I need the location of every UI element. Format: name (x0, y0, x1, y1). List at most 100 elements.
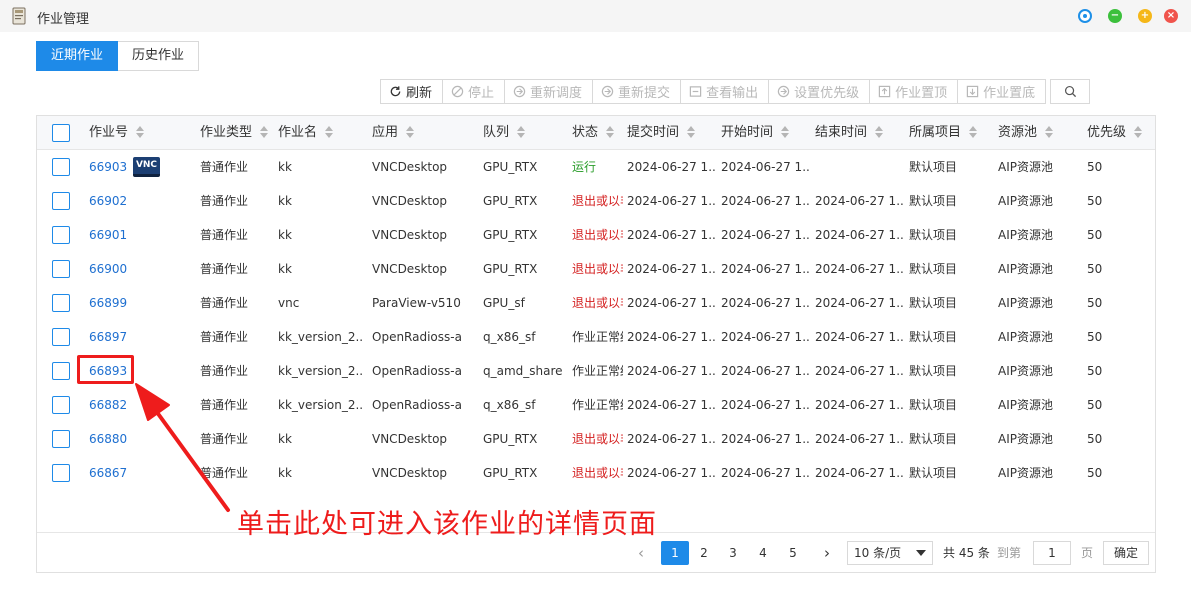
cell-priority: 50 (1087, 466, 1103, 480)
table-row[interactable]: 66867 普通作业 kk VNCDesktop GPU_RTX 退出或以非 2024-06… (37, 456, 1155, 490)
maximize-button[interactable]: + (1138, 9, 1152, 23)
cell-status: 退出或以非 (572, 262, 623, 276)
job-id-link[interactable]: 66902 (89, 184, 133, 218)
stop-button[interactable]: 停止 (443, 79, 506, 104)
table-row[interactable]: 66882 普通作业 kk_version_2... OpenRadioss-a q_x… (37, 388, 1155, 422)
header-start-time[interactable]: 开始时间 (721, 116, 790, 150)
row-checkbox[interactable] (52, 464, 70, 482)
job-id-link[interactable]: 66880 (89, 422, 133, 456)
priority-icon (777, 85, 790, 98)
reschedule-icon (513, 85, 526, 98)
page-size-select[interactable]: 10 条/页 (847, 541, 933, 565)
cell-queue: GPU_RTX (483, 432, 538, 446)
page-5-button[interactable]: 5 (779, 541, 807, 565)
sort-icon[interactable] (260, 125, 269, 138)
refresh-icon (390, 86, 401, 97)
header-job-name[interactable]: 作业名 (278, 116, 334, 150)
close-button[interactable]: × (1164, 9, 1178, 23)
sort-icon[interactable] (969, 125, 978, 138)
pin-bottom-button[interactable]: 作业置底 (958, 79, 1047, 104)
cell-project: 默认项目 (909, 330, 958, 344)
tab-recent-jobs[interactable]: 近期作业 (36, 41, 119, 71)
row-checkbox[interactable] (52, 328, 70, 346)
cell-project: 默认项目 (909, 432, 958, 446)
header-status[interactable]: 状态 (572, 116, 615, 150)
sort-icon[interactable] (1045, 125, 1054, 138)
row-checkbox[interactable] (52, 362, 70, 380)
sort-icon[interactable] (606, 125, 615, 138)
goto-confirm-button[interactable]: 确定 (1103, 541, 1149, 565)
row-checkbox[interactable] (52, 260, 70, 278)
table-row[interactable]: 66901 普通作业 kk VNCDesktop GPU_RTX 退出或以非 2024-06… (37, 218, 1155, 252)
header-application[interactable]: 应用 (372, 116, 415, 150)
sort-icon[interactable] (687, 125, 696, 138)
header-job-id[interactable]: 作业号 (89, 116, 145, 150)
row-checkbox[interactable] (52, 158, 70, 176)
page-1-button[interactable]: 1 (661, 541, 689, 565)
job-id-link[interactable]: 66897 (89, 320, 133, 354)
sort-icon[interactable] (325, 125, 334, 138)
header-priority[interactable]: 优先级 (1087, 116, 1143, 150)
cell-job-type: 普通作业 (200, 364, 249, 378)
minimize-button[interactable]: − (1108, 9, 1122, 23)
tab-history-jobs[interactable]: 历史作业 (118, 41, 200, 71)
job-id-link[interactable]: 66900 (89, 252, 133, 286)
page-3-button[interactable]: 3 (719, 541, 747, 565)
cell-job-type: 普通作业 (200, 296, 249, 310)
row-checkbox[interactable] (52, 294, 70, 312)
next-page-button[interactable]: › (817, 541, 837, 565)
pin-top-button[interactable]: 作业置顶 (870, 79, 959, 104)
job-id-link[interactable]: 66899 (89, 286, 133, 320)
reschedule-button[interactable]: 重新调度 (505, 79, 594, 104)
cell-end-time: 2024-06-27 1... (815, 330, 903, 344)
pin-window-button[interactable] (1078, 9, 1092, 23)
table-row[interactable]: 66897 普通作业 kk_version_2... OpenRadioss-a q_x… (37, 320, 1155, 354)
cell-queue: GPU_sf (483, 296, 525, 310)
row-checkbox[interactable] (52, 430, 70, 448)
sort-icon[interactable] (875, 125, 884, 138)
view-output-button[interactable]: 查看输出 (681, 79, 770, 104)
cell-submit-time: 2024-06-27 1... (627, 330, 715, 344)
refresh-button[interactable]: 刷新 (380, 79, 444, 104)
job-id-link[interactable]: 66901 (89, 218, 133, 252)
sort-icon[interactable] (517, 125, 526, 138)
sort-icon[interactable] (781, 125, 790, 138)
header-resource-pool[interactable]: 资源池 (998, 116, 1054, 150)
header-project[interactable]: 所属项目 (909, 116, 978, 150)
page-2-button[interactable]: 2 (690, 541, 718, 565)
table-row[interactable]: 66893 普通作业 kk_version_2... OpenRadioss-a q_a… (37, 354, 1155, 388)
row-checkbox[interactable] (52, 192, 70, 210)
table-row[interactable]: 66880 普通作业 kk VNCDesktop GPU_RTX 退出或以非 2024-06… (37, 422, 1155, 456)
search-button[interactable] (1050, 79, 1091, 104)
pin-top-icon (878, 85, 891, 98)
table-row[interactable]: 66902 普通作业 kk VNCDesktop GPU_RTX 退出或以非 2024-06… (37, 184, 1155, 218)
vnc-icon[interactable]: VNC (133, 157, 160, 177)
page-4-button[interactable]: 4 (749, 541, 777, 565)
cell-application: VNCDesktop (372, 194, 448, 208)
header-job-type[interactable]: 作业类型 (200, 116, 269, 150)
set-priority-button[interactable]: 设置优先级 (769, 79, 871, 104)
cell-job-type: 普通作业 (200, 398, 249, 412)
sort-icon[interactable] (406, 125, 415, 138)
cell-end-time: 2024-06-27 1... (815, 296, 903, 310)
resubmit-button[interactable]: 重新提交 (593, 79, 682, 104)
sort-icon[interactable] (1134, 125, 1143, 138)
row-checkbox[interactable] (52, 396, 70, 414)
sort-icon[interactable] (136, 125, 145, 138)
header-queue[interactable]: 队列 (483, 116, 526, 150)
job-id-link[interactable]: 66867 (89, 456, 133, 490)
table-row[interactable]: 66899 普通作业 vnc ParaView-v510 GPU_sf 退出或以非 2024… (37, 286, 1155, 320)
row-checkbox[interactable] (52, 226, 70, 244)
table-row[interactable]: 66903 普通作业 kk VNCDesktop GPU_RTX 运行 2024-06-27… (37, 150, 1155, 184)
header-submit-time[interactable]: 提交时间 (627, 116, 696, 150)
select-all-checkbox[interactable] (52, 124, 70, 142)
cell-start-time: 2024-06-27 1... (721, 466, 809, 480)
job-id-link[interactable]: 66882 (89, 388, 133, 422)
goto-page-input[interactable]: 1 (1033, 541, 1071, 565)
cell-start-time: 2024-06-27 1... (721, 364, 809, 378)
cell-project: 默认项目 (909, 364, 958, 378)
table-row[interactable]: 66900 普通作业 kk VNCDesktop GPU_RTX 退出或以非 2024-06… (37, 252, 1155, 286)
header-end-time[interactable]: 结束时间 (815, 116, 884, 150)
prev-page-button[interactable]: ‹ (631, 541, 651, 565)
job-id-link[interactable]: 66903 (89, 150, 133, 184)
